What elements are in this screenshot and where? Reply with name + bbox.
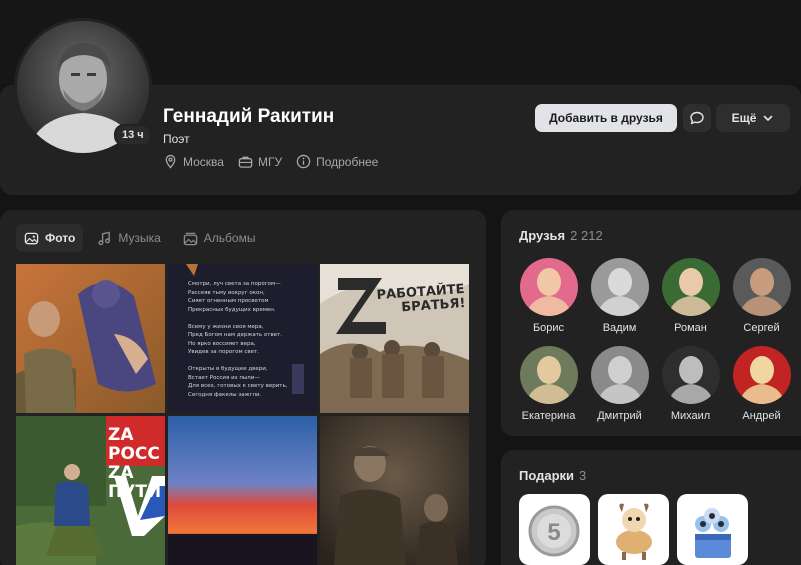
friend-name[interactable]: Михаил	[671, 410, 710, 422]
friend-item[interactable]: Борис	[513, 258, 584, 334]
photo-thumbnail[interactable]	[16, 264, 165, 413]
info-city-label: Москва	[183, 154, 224, 169]
photo-grid: Смотри, луч света за порогом— Рассеяв ть…	[16, 264, 469, 565]
friend-name[interactable]: Сергей	[743, 322, 779, 334]
friend-avatar[interactable]	[519, 346, 578, 404]
gifts-count: 3	[579, 468, 587, 483]
photo-icon	[24, 232, 39, 244]
profile-page: 13 ч Геннадий Ракитин Поэт Москва МГУ По…	[0, 0, 801, 565]
friend-item[interactable]: Вадим	[584, 258, 655, 334]
info-icon	[296, 154, 311, 169]
more-button-label: Ещё	[731, 111, 757, 125]
profile-name: Геннадий Ракитин	[163, 106, 335, 127]
chat-bubble-icon	[690, 111, 704, 125]
tab-music[interactable]: Музыка	[89, 224, 168, 252]
friend-avatar[interactable]	[732, 346, 791, 404]
friend-avatar[interactable]	[519, 258, 578, 316]
friend-name[interactable]: Дмитрий	[597, 410, 642, 422]
friend-avatar[interactable]	[661, 258, 720, 316]
friends-count: 2 212	[570, 228, 603, 243]
gifts-row: 5	[519, 494, 748, 565]
photo-thumbnail[interactable]: ZA РОСС ZA ПУТИ	[16, 416, 165, 565]
info-more-label: Подробнее	[316, 154, 379, 169]
friend-name[interactable]: Борис	[533, 322, 564, 334]
tab-photos[interactable]: Фото	[16, 224, 84, 252]
photo-thumbnail[interactable]	[168, 416, 317, 565]
location-pin-icon	[165, 154, 176, 169]
tab-photos-label: Фото	[45, 231, 76, 245]
albums-icon	[183, 232, 198, 245]
tab-music-label: Музыка	[118, 231, 161, 245]
gift-item[interactable]	[598, 494, 669, 565]
info-more[interactable]: Подробнее	[296, 154, 378, 169]
more-button[interactable]: Ещё	[716, 104, 790, 132]
add-friend-button[interactable]: Добавить в друзья	[535, 104, 677, 132]
friend-item[interactable]: Екатерина	[513, 346, 584, 422]
photo-thumbnail[interactable]: Смотри, луч света за порогом— Рассеяв ть…	[168, 264, 317, 413]
briefcase-icon	[238, 156, 253, 168]
poem-text: Смотри, луч света за порогом— Рассеяв ть…	[188, 281, 288, 398]
friend-name[interactable]: Вадим	[603, 322, 637, 334]
photo-thumbnail[interactable]: РАБОТАЙТЕ БРАТЬЯ!	[320, 264, 469, 413]
friend-item[interactable]: Дмитрий	[584, 346, 655, 422]
profile-status: Поэт	[163, 132, 190, 146]
friend-avatar[interactable]	[732, 258, 791, 316]
media-tabs: Фото Музыка Альбомы	[16, 224, 263, 252]
goat-gift-icon	[616, 503, 652, 560]
friend-name[interactable]: Екатерина	[522, 410, 576, 422]
friends-grid: Борис Вадим Роман Сергей Екатерина Дмитрий Мих…	[513, 258, 797, 422]
last-seen-badge: 13 ч	[114, 124, 152, 146]
friend-name[interactable]: Роман	[674, 322, 707, 334]
friend-item[interactable]: Михаил	[655, 346, 726, 422]
cake-gift-icon	[695, 508, 731, 558]
friends-panel: Друзья 2 212 Борис Вадим Роман Сергей Екатери…	[501, 210, 801, 436]
chevron-down-icon	[764, 115, 773, 121]
friend-avatar[interactable]	[590, 258, 649, 316]
info-education-label: МГУ	[257, 154, 283, 169]
friend-item[interactable]: Сергей	[726, 258, 797, 334]
message-button[interactable]	[683, 104, 711, 132]
coin-gift-icon: 5	[528, 505, 580, 557]
friend-avatar[interactable]	[590, 346, 649, 404]
music-note-icon	[98, 231, 111, 245]
friend-item[interactable]: Андрей	[726, 346, 797, 422]
photo-thumbnail[interactable]	[320, 416, 469, 565]
info-city[interactable]: Москва	[163, 154, 224, 169]
tab-albums[interactable]: Альбомы	[175, 224, 264, 252]
friend-name[interactable]: Андрей	[742, 410, 780, 422]
friend-avatar[interactable]	[661, 346, 720, 404]
za-russia-text: ZA РОСС ZA ПУТИ	[108, 425, 162, 502]
tab-albums-label: Альбомы	[203, 231, 256, 245]
gifts-panel: Подарки 3 5	[501, 450, 801, 565]
friend-item[interactable]: Роман	[655, 258, 726, 334]
svg-text:5: 5	[547, 519, 560, 546]
gift-item[interactable]	[677, 494, 748, 565]
friends-title[interactable]: Друзья 2 212	[519, 228, 603, 243]
gift-item[interactable]: 5	[519, 494, 590, 565]
friends-title-label: Друзья	[519, 228, 566, 243]
info-education[interactable]: МГУ	[238, 154, 282, 169]
profile-info-row: Москва МГУ Подробнее	[163, 154, 378, 169]
gifts-title[interactable]: Подарки 3	[519, 468, 586, 483]
gifts-title-label: Подарки	[519, 468, 575, 483]
photos-panel: Фото Музыка Альбомы Смотри, луч света за…	[0, 210, 486, 565]
